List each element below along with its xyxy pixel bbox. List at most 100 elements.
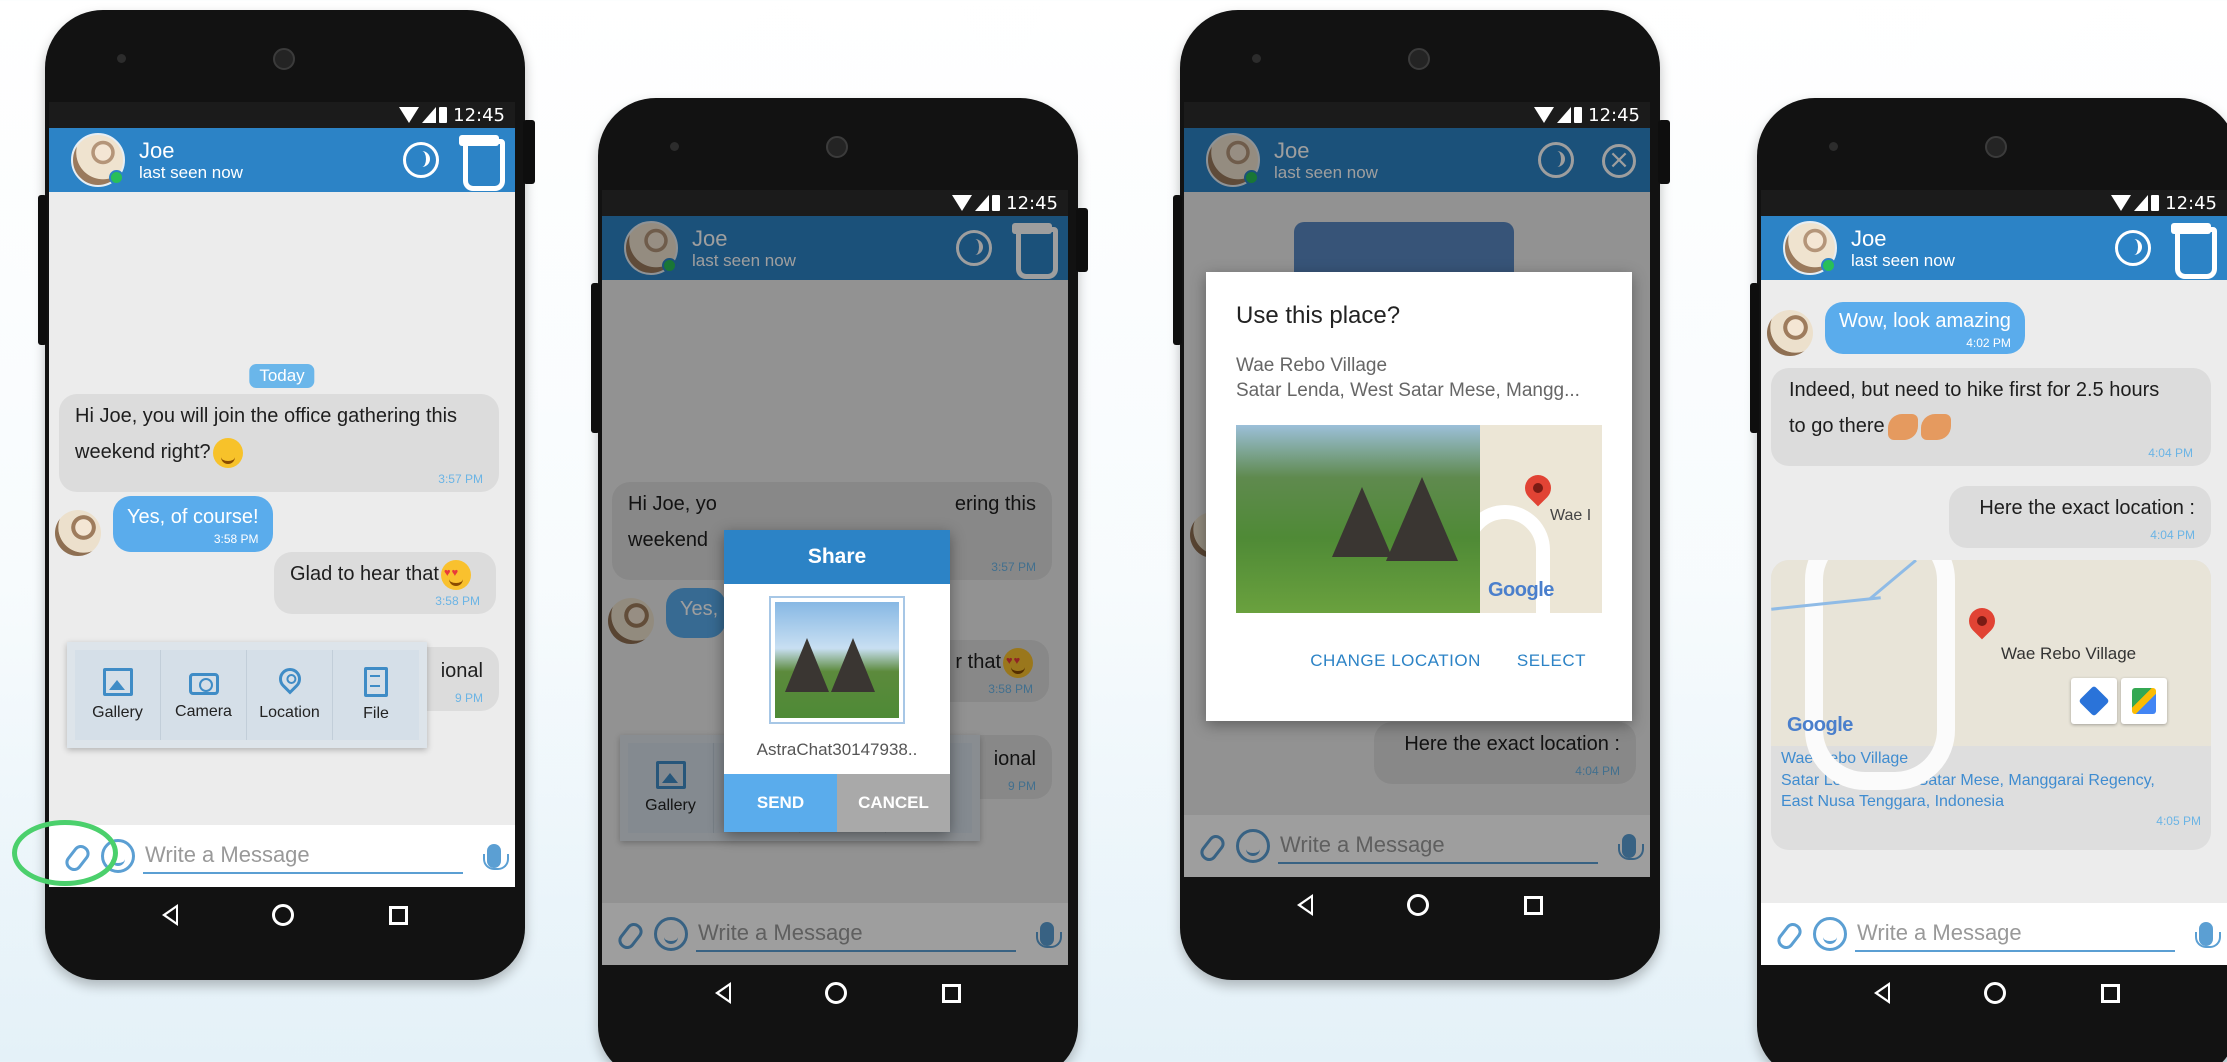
chat-header: Joe last seen now: [1761, 216, 2227, 280]
map-pin-icon: [1519, 469, 1557, 507]
message-input[interactable]: [143, 838, 463, 874]
dialog-title: Use this place?: [1236, 302, 1401, 329]
status-time: 12:45: [1006, 192, 1058, 214]
contact-status: last seen now: [139, 162, 243, 182]
battery-icon: [439, 107, 448, 123]
status-time: 12:45: [453, 104, 505, 126]
contact-info[interactable]: Joe last seen now: [1851, 226, 1955, 271]
location-map[interactable]: Wae Rebo Village Google: [1771, 560, 2211, 790]
microphone-icon[interactable]: [2195, 922, 2221, 948]
nav-home-icon[interactable]: [825, 982, 848, 1004]
message-time: 4:02 PM: [1966, 336, 2011, 350]
attach-file[interactable]: File: [333, 650, 419, 740]
status-bar: 12:45: [1184, 102, 1650, 128]
contact-avatar[interactable]: [1783, 221, 1837, 275]
clipboard-icon[interactable]: [457, 135, 505, 191]
paperclip-icon[interactable]: [1775, 919, 1801, 949]
message-outgoing[interactable]: Yes, of course! 3:58 PM: [113, 496, 273, 553]
nav-home-icon[interactable]: [272, 904, 295, 926]
chat-area: Wow, look amazing 4:02 PM Indeed, but ne…: [1761, 280, 2227, 903]
message-input[interactable]: [1855, 916, 2175, 952]
nav-home-icon[interactable]: [1407, 894, 1430, 916]
message-outgoing[interactable]: Wow, look amazing 4:02 PM: [1825, 302, 2025, 355]
google-logo: Google: [1488, 579, 1554, 602]
attach-highlight-circle: [12, 820, 118, 886]
status-bar: 12:45: [49, 102, 515, 128]
message-incoming[interactable]: Glad to hear that 3:58 PM: [274, 552, 496, 615]
use-place-dialog: Use this place? Wae Rebo Village Satar Le…: [1206, 272, 1632, 722]
online-indicator: [1821, 258, 1836, 273]
call-icon[interactable]: [2115, 230, 2151, 266]
chat-header: Joe last seen now: [49, 128, 515, 192]
proximity-sensor: [1252, 54, 1261, 63]
directions-icon[interactable]: [2071, 678, 2117, 724]
microphone-icon[interactable]: [483, 844, 509, 870]
nav-home-icon[interactable]: [1984, 982, 2007, 1004]
android-nav-bar: [1757, 960, 2227, 1026]
attach-gallery[interactable]: Gallery: [75, 650, 161, 740]
nav-back-icon[interactable]: [1874, 982, 1891, 1004]
clipboard-icon[interactable]: [2169, 223, 2217, 279]
map-pin-icon: [1963, 602, 2001, 640]
heart-eyes-emoji: [440, 559, 471, 590]
cancel-button[interactable]: CANCEL: [837, 774, 950, 832]
message-time: 3:58 PM: [213, 532, 259, 546]
place-media: Wae I Google: [1236, 425, 1602, 614]
contact-info[interactable]: Joe last seen now: [139, 138, 243, 183]
screen-2: 12:45 Joe last seen now Hi Joe, yo ering …: [602, 190, 1068, 965]
google-maps-icon[interactable]: [2121, 678, 2167, 724]
attach-location[interactable]: Location: [247, 650, 333, 740]
share-preview: [769, 596, 905, 724]
battery-icon: [992, 195, 1001, 211]
android-nav-bar: [598, 960, 1078, 1026]
signal-icon: [1557, 107, 1572, 123]
change-location-button[interactable]: CHANGE LOCATION: [1310, 651, 1481, 721]
select-button[interactable]: SELECT: [1517, 651, 1586, 721]
nav-recents-icon[interactable]: [2100, 983, 2120, 1003]
sender-avatar[interactable]: [1767, 310, 1813, 356]
smiley-icon[interactable]: [1813, 917, 1847, 951]
chat-area: Today Hi Joe, you will join the office g…: [49, 192, 515, 825]
status-time: 12:45: [1588, 104, 1640, 126]
place-address: Wae Rebo Village Satar Lenda, West Satar …: [1236, 355, 1580, 401]
signal-icon: [975, 195, 990, 211]
nav-recents-icon[interactable]: [1523, 895, 1543, 915]
screen-1: 12:45 Joe last seen now Today Hi Joe, yo…: [49, 102, 515, 887]
flexed-biceps-emoji: [1920, 413, 1951, 440]
online-indicator: [109, 170, 124, 185]
nav-back-icon[interactable]: [162, 904, 179, 926]
place-map-thumbnail[interactable]: Wae I Google: [1480, 425, 1602, 614]
message-time: 3:57 PM: [438, 472, 483, 486]
message-incoming[interactable]: Here the exact location : 4:04 PM: [1949, 486, 2211, 549]
status-bar: 12:45: [602, 190, 1068, 216]
date-label: Today: [249, 364, 315, 388]
gallery-icon: [102, 668, 133, 696]
phone-1: 12:45 Joe last seen now Today Hi Joe, yo…: [38, 10, 535, 980]
message-incoming[interactable]: Indeed, but need to hike first for 2.5 h…: [1771, 368, 2211, 467]
location-message[interactable]: Wae Rebo Village Google Wae Rebo Village…: [1771, 560, 2211, 850]
proximity-sensor: [1829, 142, 1838, 151]
front-camera: [1408, 48, 1430, 70]
file-icon: [364, 667, 388, 697]
battery-icon: [1574, 107, 1583, 123]
attach-camera[interactable]: Camera: [161, 650, 247, 740]
wifi-icon: [399, 107, 420, 123]
nav-recents-icon[interactable]: [941, 983, 961, 1003]
nav-back-icon[interactable]: [715, 982, 732, 1004]
status-bar: 12:45: [1761, 190, 2227, 216]
nav-back-icon[interactable]: [1297, 894, 1314, 916]
location-icon: [273, 663, 306, 695]
message-time: 4:04 PM: [2148, 446, 2193, 460]
call-icon[interactable]: [403, 142, 439, 178]
message-time: 4:05 PM: [2156, 813, 2201, 828]
contact-avatar[interactable]: [71, 133, 125, 187]
place-photo: [1236, 425, 1480, 614]
share-title: Share: [724, 530, 950, 584]
send-button[interactable]: SEND: [724, 774, 837, 832]
front-camera: [826, 136, 848, 158]
nav-recents-icon[interactable]: [388, 905, 408, 925]
sender-avatar[interactable]: [55, 510, 101, 556]
message-incoming[interactable]: Hi Joe, you will join the office gatheri…: [59, 394, 499, 493]
share-dialog: Share AstraChat30147938.. SEND CANCEL: [724, 530, 950, 832]
dialog-actions: CHANGE LOCATION SELECT: [1236, 651, 1586, 721]
